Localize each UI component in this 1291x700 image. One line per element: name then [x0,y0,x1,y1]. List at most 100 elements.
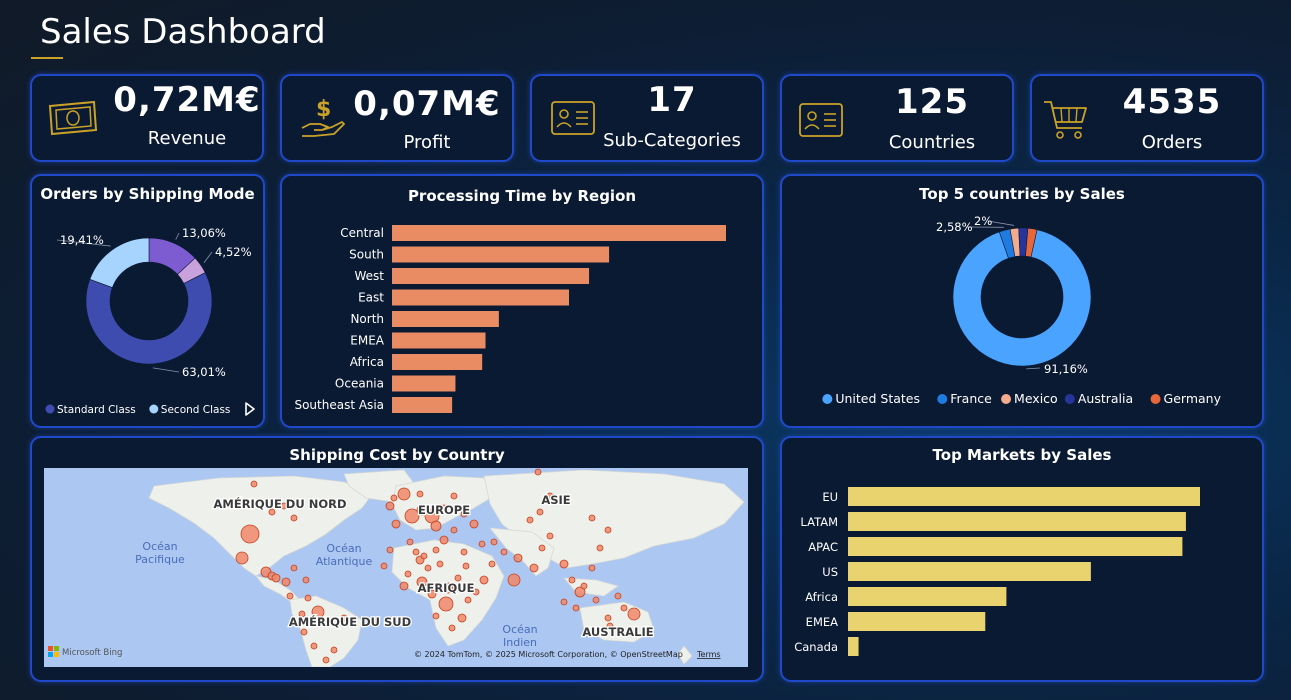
bar[interactable] [848,512,1186,531]
shipping-cost-bubble[interactable] [271,573,281,583]
bar[interactable] [848,637,859,656]
map-terms-link[interactable]: Terms [696,650,721,659]
bar[interactable] [392,397,453,413]
shipping-cost-bubble[interactable] [300,628,308,636]
bar[interactable] [392,268,590,284]
bar[interactable] [392,225,726,241]
shipping-cost-bubble[interactable] [568,576,576,584]
shipping-cost-bubble[interactable] [572,604,580,612]
shipping-cost-bubble[interactable] [460,548,468,556]
shipping-cost-bubble[interactable] [604,614,612,622]
shipping-cost-bubble[interactable] [500,548,508,556]
shipping-cost-bubble[interactable] [439,535,449,545]
shipping-cost-bubble[interactable] [596,544,604,552]
kpi-card-orders[interactable]: 4535 Orders [1030,74,1264,162]
shipping-cost-bubble[interactable] [290,564,298,572]
shipping-cost-bubble[interactable] [310,642,318,650]
shipping-cost-bubble[interactable] [507,573,521,587]
cart-icon [1044,101,1087,139]
shipping-cost-bubble[interactable] [420,552,428,560]
shipping-cost-bubble[interactable] [620,604,628,612]
bar[interactable] [392,246,610,263]
shipping-cost-bubble[interactable] [592,596,600,604]
shipping-cost-bubble[interactable] [406,538,414,546]
shipping-cost-bubble[interactable] [250,480,258,488]
shipping-cost-bubble[interactable] [538,544,546,552]
shipping-cost-bubble[interactable] [614,592,622,600]
shipping-cost-bubble[interactable] [469,519,479,529]
shipping-cost-bubble[interactable] [380,562,388,570]
shipping-cost-bubble[interactable] [385,501,395,511]
shipping-cost-bubble[interactable] [457,613,467,623]
bar[interactable] [392,332,486,349]
bar[interactable] [392,375,456,392]
shipping-cost-bubble[interactable] [560,598,568,606]
shipping-cost-bubble[interactable] [290,514,298,522]
shipping-cost-bubble[interactable] [432,546,440,554]
shipping-cost-bubble[interactable] [448,624,456,632]
shipping-cost-bubble[interactable] [464,596,472,604]
shipping-cost-bubble[interactable] [559,559,569,569]
shipping-cost-map-panel: Shipping Cost by Country AMÉRIQUE DU NOR… [30,436,764,682]
shipping-cost-bubble[interactable] [240,524,260,544]
kpi-label: Profit [403,132,451,153]
tick-label: LATAM [800,515,838,529]
shipping-cost-bubble[interactable] [304,594,312,602]
shipping-cost-bubble[interactable] [513,553,523,563]
shipping-cost-bubble[interactable] [490,538,498,546]
bar[interactable] [392,289,570,306]
bar[interactable] [392,311,499,327]
legend-next-arrow-icon[interactable] [245,402,255,416]
processing-time-chart: Central South West East North EMEA Africa Ocean… [294,225,726,413]
shipping-cost-bubble[interactable] [450,492,458,500]
shipping-cost-bubble[interactable] [436,560,444,568]
shipping-cost-bubble[interactable] [302,576,310,584]
shipping-cost-bubble[interactable] [412,548,420,556]
bar[interactable] [848,587,1007,606]
shipping-cost-bubble[interactable] [536,508,544,516]
shipping-cost-bubble[interactable] [478,540,486,548]
shipping-cost-bubble[interactable] [286,592,294,600]
shipping-cost-bubble[interactable] [404,570,412,578]
shipping-cost-bubble[interactable] [399,581,409,591]
shipping-cost-bubble[interactable] [322,656,330,664]
bar[interactable] [848,537,1183,556]
shipping-cost-bubble[interactable] [627,607,641,621]
shipping-cost-bubble[interactable] [604,526,612,534]
shipping-cost-bubble[interactable] [330,646,338,654]
shipping-cost-bubble[interactable] [526,516,534,524]
shipping-cost-bubble[interactable] [488,560,496,568]
shipping-cost-bubble[interactable] [432,612,440,620]
legend-marker [822,394,833,404]
bar[interactable] [848,487,1200,506]
map-brand: Microsoft Bing [62,648,122,658]
kpi-card-profit[interactable]: $ 0,07M€ Profit [280,74,514,162]
bar[interactable] [848,562,1091,581]
donut-slice[interactable] [85,272,213,365]
shipping-cost-bubble[interactable] [450,526,458,534]
shipping-cost-bubble[interactable] [235,551,249,565]
shipping-cost-bubble[interactable] [580,582,588,590]
shipping-cost-bubble[interactable] [397,487,411,501]
shipping-cost-bubble[interactable] [588,514,596,522]
shipping-cost-bubble[interactable] [416,490,424,498]
shipping-cost-bubble[interactable] [281,577,291,587]
kpi-card-revenue[interactable]: 0,72M€ Revenue [30,74,264,162]
bar[interactable] [392,354,483,370]
kpi-card-subcategories[interactable]: 17 Sub-Categories [530,74,764,162]
shipping-cost-bubble[interactable] [438,596,454,612]
bar[interactable] [848,612,986,631]
shipping-cost-bubble[interactable] [479,575,489,585]
shipping-cost-bubble[interactable] [529,563,539,573]
shipping-cost-bubble[interactable] [546,532,554,540]
shipping-cost-bubble[interactable] [588,564,596,572]
shipping-cost-bubble[interactable] [390,494,398,502]
shipping-cost-bubble[interactable] [386,546,394,554]
shipping-cost-bubble[interactable] [462,562,470,570]
shipping-cost-bubble[interactable] [424,564,432,572]
world-map[interactable]: AMÉRIQUE DU NORD EUROPE ASIE AFRIQUE AMÉRIQU… [44,468,748,667]
kpi-card-countries[interactable]: 125 Countries [780,74,1014,162]
shipping-cost-bubble[interactable] [391,519,401,529]
shipping-cost-bubble[interactable] [430,520,442,532]
shipping-cost-bubble[interactable] [534,468,542,476]
